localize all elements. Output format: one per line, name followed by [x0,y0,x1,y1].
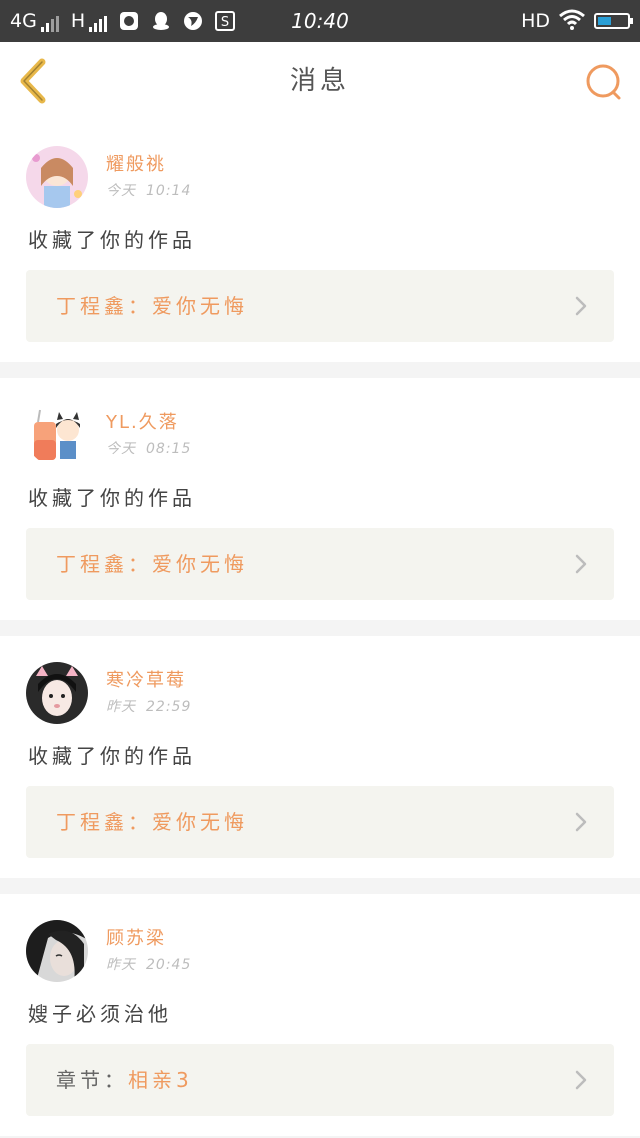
timestamp-day: 昨天 [106,957,136,973]
avatar[interactable] [26,404,88,466]
message-card: 顾苏梁 昨天 20:45 嫂子必须治他 章节：相亲3 [0,894,640,1136]
work-link-text: 丁程鑫：爱你无悔 [56,528,248,600]
work-title: 爱你无悔 [152,552,248,576]
username[interactable]: 顾苏梁 [106,924,166,950]
chapter-title: 相亲3 [128,1068,193,1092]
timestamp-day: 今天 [106,441,136,457]
avatar[interactable] [26,920,88,982]
chevron-right-icon [574,1070,588,1090]
search-icon[interactable] [584,62,624,102]
message-text: 收藏了你的作品 [28,228,196,252]
work-title: 爱你无悔 [152,810,248,834]
username[interactable]: 寒冷草莓 [106,666,186,692]
timestamp: 昨天 22:59 [106,696,191,716]
chapter-link-text: 章节：相亲3 [56,1044,193,1116]
timestamp-time: 22:59 [146,699,192,715]
message-text: 收藏了你的作品 [28,486,196,510]
timestamp-time: 20:45 [146,957,192,973]
timestamp-time: 08:15 [146,441,192,457]
chapter-prefix: 章节： [56,1068,128,1092]
avatar[interactable] [26,662,88,724]
work-link[interactable]: 丁程鑫：爱你无悔 [26,270,614,342]
message-text: 收藏了你的作品 [28,744,196,768]
timestamp-time: 10:14 [146,183,192,199]
work-link-text: 丁程鑫：爱你无悔 [56,786,248,858]
timestamp-day: 昨天 [106,699,136,715]
wifi-icon [558,8,586,34]
work-prefix: 丁程鑫： [56,552,152,576]
timestamp: 今天 08:15 [106,438,191,458]
work-title: 爱你无悔 [152,294,248,318]
timestamp-day: 今天 [106,183,136,199]
chevron-right-icon [574,554,588,574]
avatar[interactable] [26,146,88,208]
message-card: YL.久落 今天 08:15 收藏了你的作品 丁程鑫：爱你无悔 [0,378,640,620]
chevron-right-icon [574,296,588,316]
username[interactable]: YL.久落 [106,408,179,434]
username[interactable]: 耀般祧 [106,150,166,176]
status-right: HD [521,0,633,42]
message-text: 嫂子必须治他 [28,1002,172,1026]
message-card: 寒冷草莓 昨天 22:59 收藏了你的作品 丁程鑫：爱你无悔 [0,636,640,878]
timestamp: 昨天 20:45 [106,954,191,974]
hd-label: HD [521,10,550,32]
timestamp: 今天 10:14 [106,180,191,200]
nav-bar: 消息 [0,42,640,121]
chevron-right-icon [574,812,588,832]
chapter-link[interactable]: 章节：相亲3 [26,1044,614,1116]
work-link[interactable]: 丁程鑫：爱你无悔 [26,528,614,600]
message-card: 耀般祧 今天 10:14 收藏了你的作品 丁程鑫：爱你无悔 [0,120,640,362]
work-link-text: 丁程鑫：爱你无悔 [56,270,248,342]
battery-icon [594,13,633,29]
status-bar: 4G H S 10:40 HD [0,0,640,42]
work-prefix: 丁程鑫： [56,294,152,318]
work-link[interactable]: 丁程鑫：爱你无悔 [26,786,614,858]
work-prefix: 丁程鑫： [56,810,152,834]
battery-level [598,17,611,25]
page-title: 消息 [289,66,350,96]
